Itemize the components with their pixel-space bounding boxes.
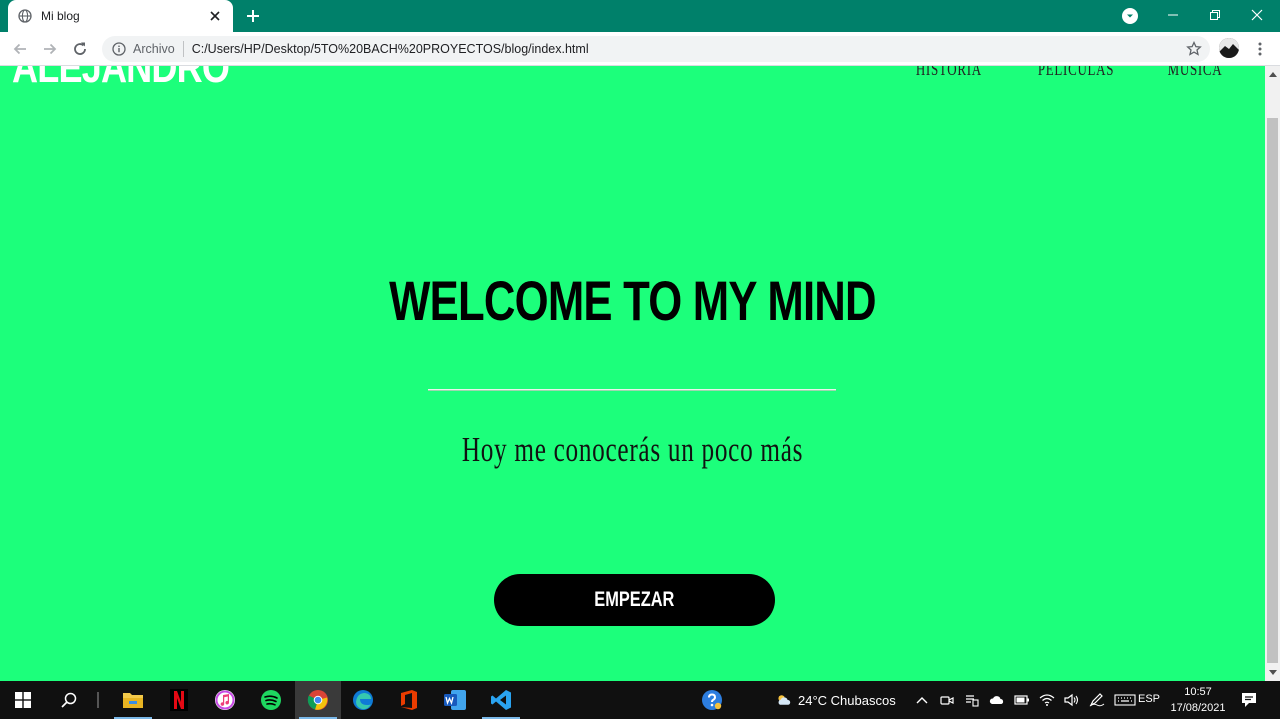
chevron-up-icon[interactable] [914, 692, 930, 708]
nav-link-peliculas[interactable]: PELÍCULAS [1038, 66, 1114, 78]
word-icon[interactable] [432, 681, 478, 719]
meet-now-icon[interactable] [939, 692, 955, 708]
notifications-icon[interactable] [1240, 691, 1258, 709]
scroll-up-icon[interactable] [1265, 68, 1280, 80]
forward-icon[interactable] [38, 37, 62, 61]
weather-cloud-icon [776, 692, 792, 708]
restore-icon[interactable] [1192, 0, 1238, 30]
wifi-icon[interactable] [1039, 692, 1055, 708]
empezar-button-label: EMPEZAR [594, 588, 675, 611]
hero-divider [428, 389, 836, 391]
pen-icon[interactable] [1089, 692, 1105, 708]
display-settings-icon[interactable] [964, 692, 980, 708]
address-scheme: Archivo [133, 42, 175, 56]
hero-title: WELCOME TO MY MIND [389, 269, 876, 332]
reload-icon[interactable] [68, 37, 92, 61]
weather-text: 24°C Chubascos [798, 692, 896, 708]
clock-time: 10:57 [1184, 686, 1212, 698]
battery-icon[interactable] [1014, 692, 1030, 708]
scroll-thumb[interactable] [1267, 118, 1278, 663]
menu-dots-icon[interactable] [1252, 40, 1268, 58]
page-scrollbar[interactable] [1265, 66, 1280, 681]
input-language[interactable]: ESP [1138, 693, 1160, 705]
system-tray [914, 681, 1136, 719]
scroll-down-icon[interactable] [1265, 667, 1280, 679]
weather-widget[interactable]: 24°C Chubascos [776, 681, 896, 719]
page-viewport: ALEJANDRO HISTORIA PELÍCULAS MÚSICA WELC… [0, 66, 1265, 681]
empezar-button[interactable]: EMPEZAR [494, 574, 775, 626]
nav-link-historia[interactable]: HISTORIA [916, 66, 982, 78]
windows-taskbar: 24°C Chubascos ESP 10:57 17/08/2021 [0, 681, 1280, 719]
globe-icon [18, 9, 32, 23]
minimize-icon[interactable] [1150, 0, 1196, 30]
file-explorer-icon[interactable] [110, 681, 156, 719]
browser-tab[interactable]: Mi blog [8, 0, 233, 32]
nav-link-musica[interactable]: MÚSICA [1168, 66, 1223, 78]
clock[interactable]: 10:57 17/08/2021 [1166, 684, 1230, 716]
close-window-icon[interactable] [1234, 0, 1280, 30]
itunes-icon[interactable] [202, 681, 248, 719]
edge-icon[interactable] [340, 681, 386, 719]
search-icon[interactable] [46, 681, 92, 719]
address-separator [182, 41, 184, 57]
volume-icon[interactable] [1064, 692, 1080, 708]
tab-title: Mi blog [41, 9, 80, 23]
spotify-icon[interactable] [248, 681, 294, 719]
browser-titlebar: Mi blog [0, 0, 1280, 32]
bookmark-star-icon[interactable] [1186, 41, 1202, 57]
office-icon[interactable] [386, 681, 432, 719]
address-bar[interactable]: Archivo C:/Users/HP/Desktop/5TO%20BACH%2… [102, 36, 1210, 62]
tab-search-icon[interactable] [1122, 8, 1138, 24]
browser-toolbar: Archivo C:/Users/HP/Desktop/5TO%20BACH%2… [0, 32, 1280, 66]
info-icon[interactable] [112, 42, 126, 56]
site-nav: HISTORIA PELÍCULAS MÚSICA [903, 66, 1233, 78]
site-logo[interactable]: ALEJANDRO [12, 66, 230, 90]
address-url[interactable]: C:/Users/HP/Desktop/5TO%20BACH%20PROYECT… [192, 42, 589, 56]
taskbar-divider [97, 692, 99, 708]
netflix-icon[interactable] [156, 681, 202, 719]
vscode-icon[interactable] [478, 681, 524, 719]
windows-start-icon[interactable] [0, 681, 46, 719]
clock-date: 17/08/2021 [1170, 702, 1226, 714]
hero-subtitle: Hoy me conocerás un poco más [461, 430, 804, 469]
keyboard-icon[interactable] [1114, 692, 1136, 708]
close-tab-icon[interactable] [207, 8, 223, 24]
new-tab-icon[interactable] [243, 6, 263, 26]
profile-avatar[interactable] [1219, 38, 1239, 58]
onedrive-cloud-icon[interactable] [989, 692, 1005, 708]
chrome-icon[interactable] [295, 681, 341, 719]
back-icon[interactable] [8, 37, 32, 61]
help-icon[interactable] [689, 681, 735, 719]
